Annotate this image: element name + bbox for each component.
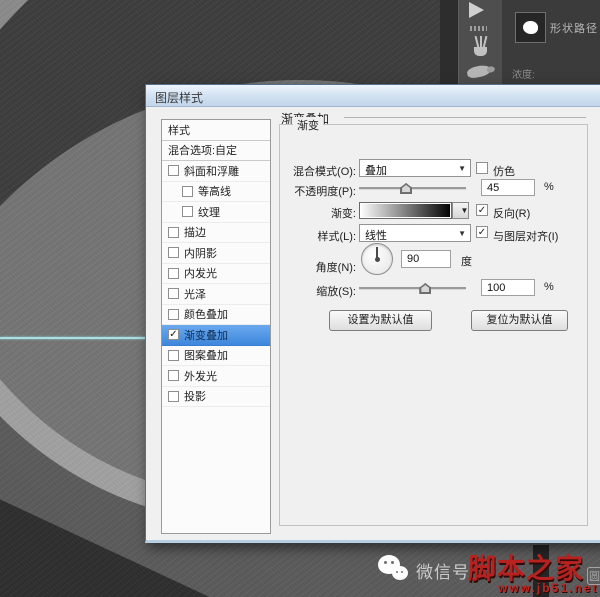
section-rule	[344, 117, 586, 118]
sidebar-item-styles[interactable]: 样式	[162, 120, 270, 141]
checkbox[interactable]	[168, 288, 179, 299]
group-legend: 渐变	[293, 117, 323, 133]
slider-thumb[interactable]	[400, 183, 412, 194]
opacity-unit: %	[544, 181, 554, 193]
screenshot-root: 形状路径 浓度: 图层样式 样式 混合选项:自定 斜面和浮雕 等高线	[0, 0, 600, 597]
brand-seal: 圆	[587, 567, 600, 585]
tools-panel	[458, 0, 503, 86]
layer-style-dialog: 图层样式 样式 混合选项:自定 斜面和浮雕 等高线 纹理	[145, 84, 600, 543]
smudge-tool-icon[interactable]	[466, 64, 492, 80]
style-label: 样式(L):	[226, 228, 356, 243]
gradient-preview[interactable]	[359, 202, 452, 219]
shape-blob-icon	[523, 21, 538, 34]
wechat-label: 微信号	[416, 558, 470, 583]
angle-dial[interactable]	[361, 243, 393, 275]
brush-cup-icon[interactable]	[471, 36, 491, 58]
sidebar-item-color-overlay[interactable]: 颜色叠加	[162, 305, 270, 326]
style-dropdown[interactable]: 线性 ▼	[359, 224, 471, 242]
sidebar-item-drop-shadow[interactable]: 投影	[162, 387, 270, 408]
dither-checkbox[interactable]	[476, 162, 488, 174]
checkbox[interactable]	[168, 165, 179, 176]
shape-path-label: 形状路径	[550, 20, 598, 36]
opacity-label: 不透明度(P):	[226, 183, 356, 198]
sidebar-item-gradient-overlay[interactable]: ✓ 渐变叠加	[162, 325, 270, 346]
scale-unit: %	[544, 281, 554, 293]
blend-mode-label: 混合模式(O):	[226, 163, 356, 178]
align-layer-checkbox[interactable]: ✓	[476, 226, 488, 238]
align-layer-label: 与图层对齐(I)	[493, 228, 558, 244]
dialog-body: 样式 混合选项:自定 斜面和浮雕 等高线 纹理 描边 内阴影	[146, 107, 600, 540]
scale-value-field[interactable]: 100	[481, 279, 535, 296]
checkbox[interactable]	[182, 206, 193, 217]
density-label: 浓度:	[512, 66, 535, 81]
gradient-picker-button[interactable]: ▼	[452, 202, 469, 219]
chevron-down-icon: ▼	[458, 229, 466, 238]
sidebar-item-pattern-overlay[interactable]: 图案叠加	[162, 346, 270, 367]
panel-mini-text	[470, 26, 487, 31]
angle-unit: 度	[461, 253, 472, 269]
angle-value-field[interactable]: 90	[401, 250, 451, 268]
slider-groove	[359, 287, 466, 290]
watermark: 微信号 脚本之家 www.jb51.net 圆	[376, 549, 600, 597]
dither-label: 仿色	[493, 163, 515, 179]
checkbox[interactable]	[168, 309, 179, 320]
shape-path-panel: 形状路径 浓度:	[502, 0, 600, 86]
slider-groove	[359, 187, 466, 190]
checkbox[interactable]	[168, 391, 179, 402]
set-default-button[interactable]: 设置为默认值	[329, 310, 432, 331]
gradient-label: 渐变:	[226, 205, 356, 220]
checkbox[interactable]	[168, 247, 179, 258]
checkbox[interactable]	[168, 350, 179, 361]
angle-label: 角度(N):	[226, 259, 356, 274]
opacity-slider[interactable]	[359, 181, 466, 195]
reverse-label: 反向(R)	[493, 205, 530, 221]
chevron-down-icon: ▼	[458, 164, 466, 173]
dialog-titlebar[interactable]: 图层样式	[146, 85, 600, 107]
angle-hub	[375, 257, 380, 262]
scale-slider[interactable]	[359, 281, 466, 295]
reverse-checkbox[interactable]: ✓	[476, 204, 488, 216]
slider-thumb[interactable]	[419, 283, 431, 294]
sidebar-item-outer-glow[interactable]: 外发光	[162, 366, 270, 387]
checkbox[interactable]	[168, 370, 179, 381]
panel-separator	[440, 0, 458, 86]
checkbox[interactable]	[168, 227, 179, 238]
chevron-down-icon: ▼	[461, 203, 469, 218]
cyan-guide-line	[0, 337, 148, 339]
brand-url: www.jb51.net	[498, 581, 598, 595]
reset-default-button[interactable]: 复位为默认值	[471, 310, 568, 331]
checkbox[interactable]	[182, 186, 193, 197]
dialog-title: 图层样式	[155, 89, 203, 106]
checkbox-checked[interactable]: ✓	[168, 329, 179, 340]
opacity-value-field[interactable]: 45	[481, 179, 535, 196]
shape-thumbnail[interactable]	[515, 12, 546, 43]
play-triangle-icon[interactable]	[469, 2, 484, 18]
styles-list: 样式 混合选项:自定 斜面和浮雕 等高线 纹理 描边 内阴影	[161, 119, 271, 534]
blend-mode-dropdown[interactable]: 叠加 ▼	[359, 159, 471, 177]
checkbox[interactable]	[168, 268, 179, 279]
scale-label: 缩放(S):	[226, 283, 356, 298]
wechat-icon	[378, 555, 412, 587]
sidebar-item-blending-options[interactable]: 混合选项:自定	[162, 141, 270, 162]
